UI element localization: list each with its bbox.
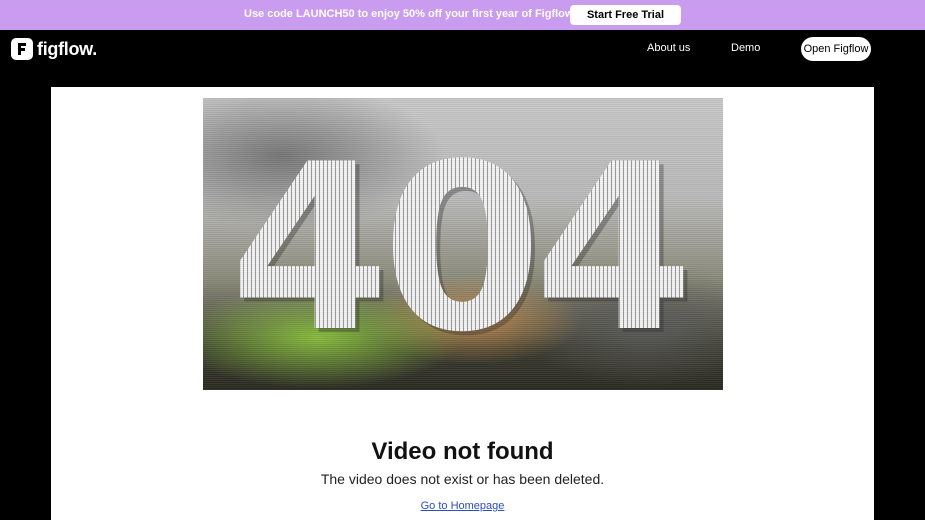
main-content: 404 404 Video not found The video does n… (51, 87, 874, 520)
page-title: Video not found (371, 438, 554, 465)
glitch-404-graphic: 404 404 (230, 116, 698, 387)
open-figflow-button[interactable]: Open Figflow (801, 37, 871, 61)
nav-demo[interactable]: Demo (731, 42, 760, 54)
figflow-logo-icon (11, 38, 33, 60)
start-free-trial-button[interactable]: Start Free Trial (570, 5, 681, 25)
promo-text: Use code LAUNCH50 to enjoy 50% off your … (244, 8, 578, 20)
figflow-logo[interactable]: figflow. (11, 38, 97, 60)
nav-about-us[interactable]: About us (647, 42, 690, 54)
page-subtitle: The video does not exist or has been del… (320, 471, 605, 487)
promo-banner: Use code LAUNCH50 to enjoy 50% off your … (0, 0, 925, 30)
video-placeholder-404: 404 404 (203, 98, 723, 390)
home-link-wrapper: Go to Homepage (51, 500, 874, 512)
logo-wordmark: figflow. (37, 38, 97, 59)
glitch-404-text: 404 (230, 116, 686, 383)
go-to-homepage-link[interactable]: Go to Homepage (421, 500, 505, 512)
